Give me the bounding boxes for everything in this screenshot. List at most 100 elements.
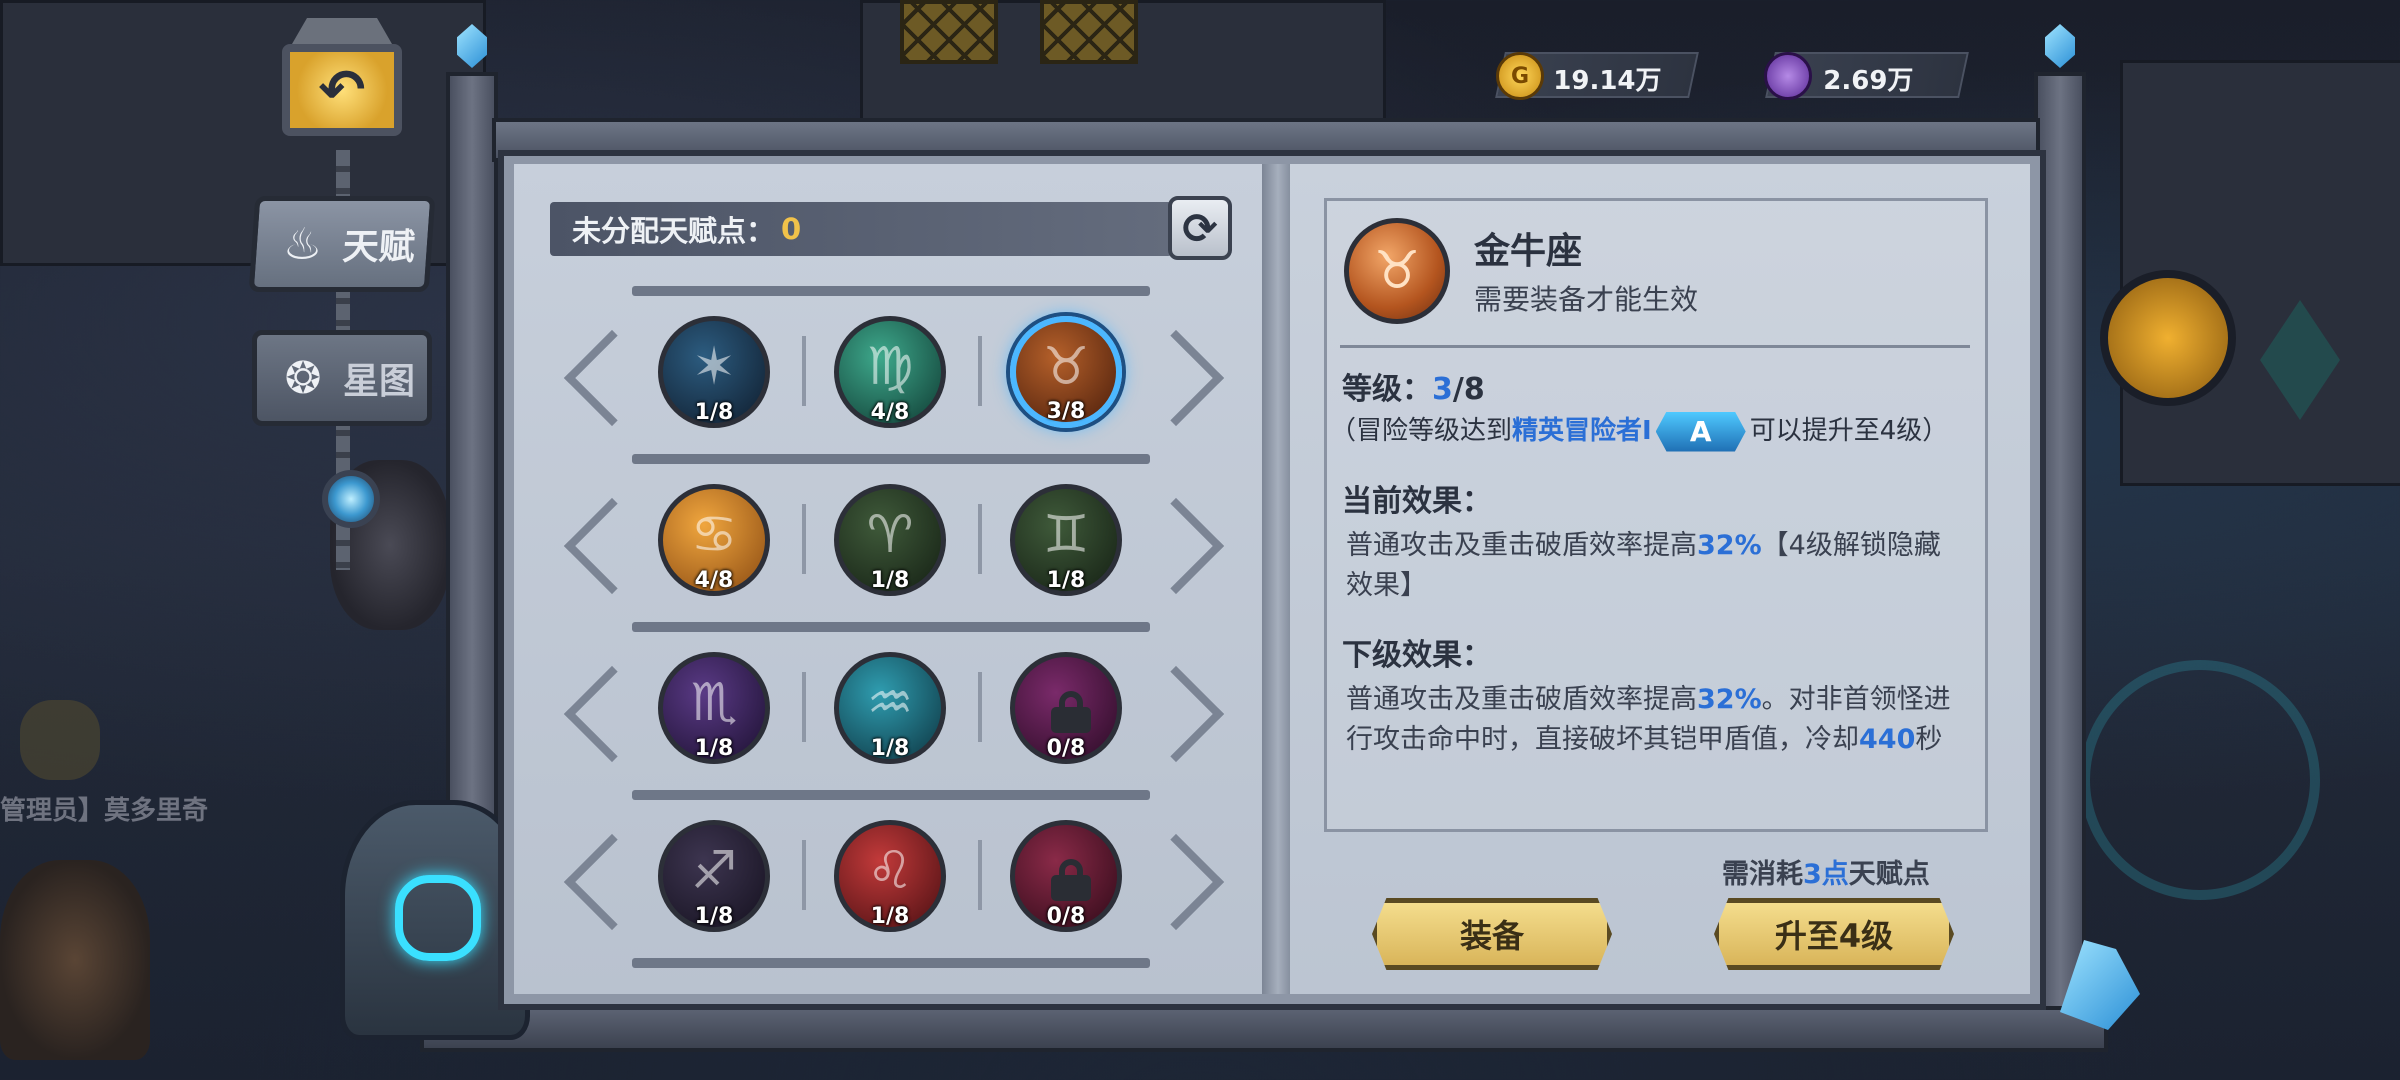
node-level: 1/8: [694, 736, 734, 761]
bg-window: [900, 0, 998, 64]
column-divider: [978, 672, 982, 742]
refresh-icon: ⟳: [1182, 203, 1218, 253]
side-ornament-left: [556, 640, 661, 780]
hint-suffix: 可以提升至4级）: [1749, 416, 1949, 446]
column-divider: [802, 336, 806, 406]
upgrade-button[interactable]: 升至4级: [1714, 898, 1954, 970]
node-level: 3/8: [1046, 399, 1086, 424]
node-level: 1/8: [1046, 568, 1086, 593]
row-rail: [632, 286, 1150, 296]
detail-separator: [1340, 345, 1970, 348]
nav-orb-icon: [322, 470, 380, 528]
scorpio-constellation-node[interactable]: ♏ 1/8: [658, 652, 770, 764]
cancer-constellation-node[interactable]: ♋ 4/8: [658, 484, 770, 596]
side-ornament-right: [1127, 808, 1232, 948]
constellation-glyph-icon: ✶: [692, 337, 736, 397]
back-arrow-icon: ↶: [282, 44, 402, 136]
level-current: 3: [1432, 372, 1453, 407]
side-ornament-left: [556, 472, 661, 612]
gold-amount: 19.14万: [1553, 66, 1662, 96]
unassigned-points-value: 0: [781, 212, 802, 246]
cost-suffix: 天赋点: [1848, 859, 1930, 890]
level-display: 等级：3/8: [1342, 364, 1485, 408]
sagittarius-constellation-node[interactable]: ♐ 1/8: [658, 820, 770, 932]
purple-gem-icon: [1764, 52, 1812, 100]
current-effect-text: 普通攻击及重击破盾效率提高32%【4级解锁隐藏效果】: [1346, 526, 1966, 606]
next-effect-percent: 32%: [1697, 684, 1762, 715]
locked-constellation-node-2[interactable]: 0/8: [1010, 820, 1122, 932]
frame-bottom-bar: [420, 1006, 2108, 1052]
reset-talents-button[interactable]: ⟳: [1168, 196, 1232, 260]
next-effect-part: 普通攻击及重击破盾效率提高: [1346, 684, 1697, 715]
cost-prefix: 需消耗: [1722, 859, 1803, 890]
constellation-glyph-icon: ♌: [866, 841, 914, 901]
constellation-name: 金牛座: [1474, 231, 1583, 272]
level-max: /8: [1452, 372, 1485, 407]
current-effect-percent: 32%: [1697, 530, 1762, 561]
tab-star-chart[interactable]: ❂ 星图: [252, 330, 432, 426]
constellation-glyph-icon: ♐: [690, 841, 738, 901]
equip-requirement: 需要装备才能生效: [1474, 283, 1699, 316]
back-button[interactable]: ↶: [272, 18, 412, 148]
side-ornament-left: [556, 808, 661, 948]
upgrade-button-label: 升至4级: [1774, 917, 1894, 955]
tab-talent[interactable]: ♨ 天赋: [248, 196, 436, 292]
constellation-glyph-icon: ♒: [866, 673, 914, 733]
node-level: 0/8: [1046, 904, 1086, 929]
constellation-glyph-icon: ♈: [866, 505, 914, 565]
gemini-constellation-node[interactable]: ♊ 1/8: [1010, 484, 1122, 596]
gold-coin-icon: G: [1496, 52, 1544, 100]
side-ornament-right: [1127, 640, 1232, 780]
bg-money-bag-icon: [20, 700, 100, 780]
row-rail: [632, 454, 1150, 464]
node-level: 1/8: [870, 568, 910, 593]
bg-portal-ring: [2080, 660, 2320, 900]
aquarius-constellation-node[interactable]: ✶ 1/8: [658, 316, 770, 428]
bg-golden-emblem: [2100, 270, 2236, 406]
leo-constellation-node[interactable]: ♌ 1/8: [834, 820, 946, 932]
upgrade-cost: 需消耗3点天赋点: [1722, 852, 1930, 891]
locked-constellation-node-1[interactable]: 0/8: [1010, 652, 1122, 764]
node-level: 4/8: [870, 400, 910, 425]
node-level: 1/8: [870, 736, 910, 761]
side-ornament-right: [1127, 304, 1232, 444]
aries-constellation-node[interactable]: ♈ 1/8: [834, 484, 946, 596]
virgo-constellation-node[interactable]: ♍ 4/8: [834, 316, 946, 428]
column-divider: [978, 336, 982, 406]
taurus-icon: ♉: [1344, 218, 1450, 324]
rank-badge-icon: A: [1655, 411, 1746, 452]
constellation-glyph-icon: ♏: [690, 673, 738, 733]
lock-icon: [1051, 691, 1091, 733]
node-level: 4/8: [694, 568, 734, 593]
column-divider: [978, 840, 982, 910]
hint-rank: 精英冒险者Ⅰ: [1512, 416, 1652, 446]
aquarius-wave-constellation-node[interactable]: ♒ 1/8: [834, 652, 946, 764]
row-rail: [632, 622, 1150, 632]
lock-icon: [1051, 859, 1091, 901]
flame-icon: ♨: [281, 218, 325, 270]
node-level: 1/8: [694, 400, 734, 425]
column-divider: [802, 504, 806, 574]
tab-star-chart-label: 星图: [343, 361, 416, 402]
row-rail: [632, 790, 1150, 800]
constellation-glyph-icon: ♊: [1042, 505, 1090, 565]
next-effect-text: 普通攻击及重击破盾效率提高32%。对非首领怪进行攻击命中时，直接破坏其铠甲盾值，…: [1346, 680, 1966, 760]
bg-npc-label: 管理员】莫多里奇: [0, 796, 209, 826]
tab-talent-label: 天赋: [341, 227, 417, 268]
constellation-glyph-icon: ♋: [690, 505, 738, 565]
equip-button-label: 装备: [1459, 917, 1524, 955]
side-ornament-left: [556, 304, 661, 444]
next-effect-part: 秒: [1915, 724, 1943, 755]
cost-value: 3点: [1803, 859, 1849, 890]
equip-button[interactable]: 装备: [1372, 898, 1612, 970]
column-divider: [978, 504, 982, 574]
current-effect-title: 当前效果：: [1342, 484, 1492, 519]
node-level: 0/8: [1046, 736, 1086, 761]
row-rail: [632, 958, 1150, 968]
column-divider: [802, 672, 806, 742]
level-label: 等级：: [1342, 372, 1432, 407]
taurus-constellation-node[interactable]: ♉ 3/8: [1010, 316, 1122, 428]
gem-amount: 2.69万: [1823, 66, 1914, 96]
node-level: 1/8: [870, 904, 910, 929]
constellation-glyph-icon: ♉: [1042, 337, 1090, 397]
